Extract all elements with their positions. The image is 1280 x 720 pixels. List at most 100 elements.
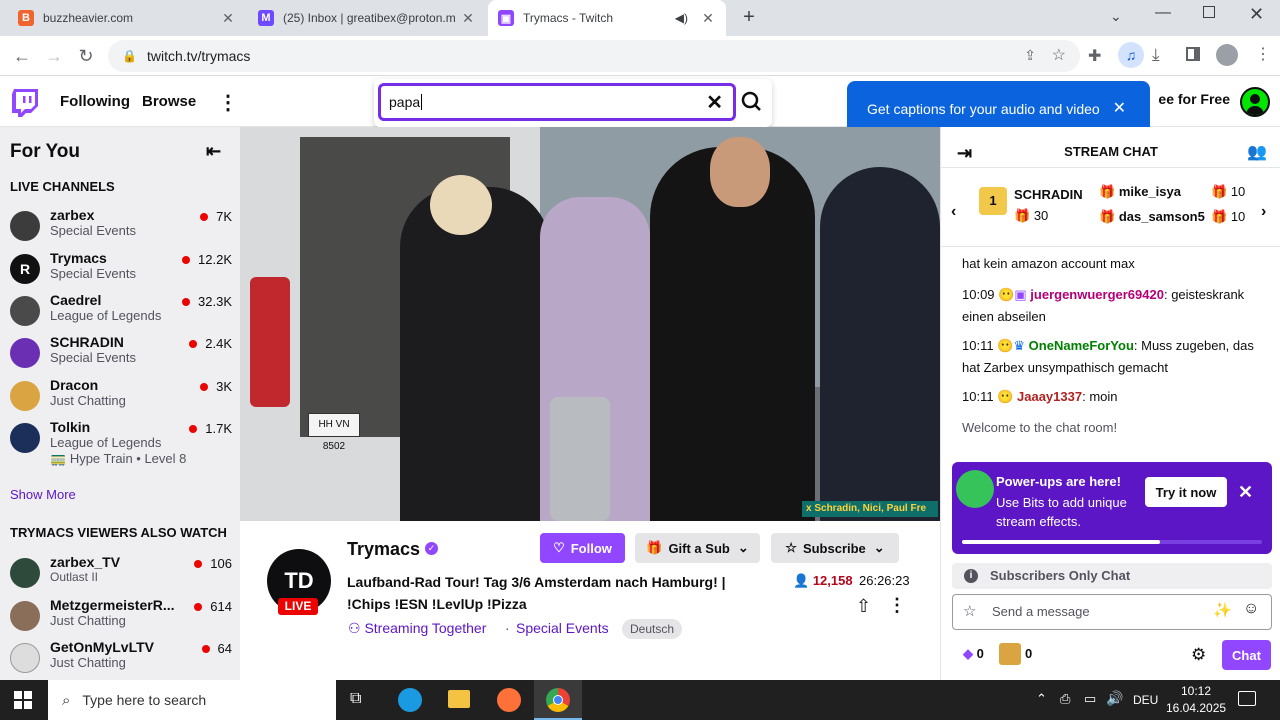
video-player[interactable]: HH VN 8502 x Schradin, Nici, Paul Fre <box>240 127 940 521</box>
side-panel-icon[interactable] <box>1186 47 1200 61</box>
download-icon[interactable]: ⤓ <box>1152 45 1160 65</box>
live-channel-item[interactable]: zarbex Special Events 7K <box>10 207 232 249</box>
close-tab-icon[interactable]: ✕ <box>220 10 236 27</box>
clock-date[interactable]: 16.04.2025 <box>1166 701 1226 715</box>
search-input[interactable]: papa ✕ <box>378 83 736 121</box>
more-options-icon[interactable]: ⋮ <box>888 595 906 616</box>
subscribe-button[interactable]: ☆ Subscribe ⌄ <box>771 533 899 563</box>
separator-dot: · <box>505 620 510 636</box>
close-tab-icon[interactable]: ✕ <box>460 10 476 27</box>
try-turbo-free-button[interactable]: ee for Free <box>1138 91 1230 113</box>
channel-name[interactable]: Trymacs <box>347 539 420 560</box>
live-channel-item[interactable]: Caedrel League of Legends 32.3K <box>10 292 232 334</box>
live-channel-item[interactable]: R Trymacs Special Events 12.2K <box>10 250 232 292</box>
chat-welcome-message: Welcome to the chat room! <box>962 420 1118 435</box>
twitch-logo-icon[interactable] <box>12 89 38 117</box>
blogger-favicon-icon: B <box>18 10 34 26</box>
follow-button[interactable]: ♡ Follow <box>540 533 625 563</box>
back-arrow-icon[interactable]: ← <box>10 44 34 68</box>
volume-icon[interactable]: 🔊 <box>1106 690 1123 707</box>
gift-sub-button[interactable]: 🎁 Gift a Sub ⌄ <box>635 533 760 563</box>
bits-balance[interactable]: ◆ 0 <box>963 646 984 662</box>
chat-username[interactable]: Jaaay1337 <box>1017 389 1082 404</box>
restore-window-icon[interactable] <box>1203 6 1215 18</box>
taskbar-search-box[interactable]: ⌕ Type here to search <box>48 680 336 720</box>
bits-gem-icon: ◆ <box>963 646 973 661</box>
chat-header: STREAM CHAT <box>1064 144 1158 159</box>
person-silhouette <box>820 167 940 521</box>
star-icon[interactable]: ☆ <box>963 602 976 620</box>
chat-send-button[interactable]: Chat <box>1222 640 1271 670</box>
nav-following-link[interactable]: Following <box>60 77 130 127</box>
browser-tab-twitch[interactable]: ▣ Trymacs - Twitch ◀) ✕ <box>488 0 726 36</box>
live-channel-item[interactable]: Tolkin League of Legends 🚃 Hype Train • L… <box>10 419 232 471</box>
recommended-channel-item[interactable]: MetzgermeisterR... Just Chatting 614 <box>10 597 232 639</box>
task-view-icon[interactable]: ⧉ <box>350 690 361 708</box>
bookmark-star-icon[interactable]: ☆ <box>1052 45 1066 65</box>
new-tab-icon[interactable]: + <box>738 6 760 28</box>
recommended-channel-item[interactable]: GetOnMyLvLTV Just Chatting 64 <box>10 639 232 681</box>
community-icon[interactable]: 👥 <box>1247 142 1267 162</box>
chat-settings-gear-icon[interactable]: ⚙ <box>1191 645 1206 665</box>
stream-title-line2: !Chips !ESN !LevlUp !Pizza <box>347 596 527 612</box>
forward-arrow-icon[interactable]: → <box>42 44 66 68</box>
channel-points-icon[interactable] <box>999 643 1021 665</box>
close-tab-icon[interactable]: ✕ <box>700 10 716 27</box>
more-options-icon[interactable]: ⋮ <box>218 90 238 115</box>
share-icon[interactable]: ⇪ <box>1024 47 1036 64</box>
clear-search-icon[interactable]: ✕ <box>706 90 723 115</box>
browser-tab-proton[interactable]: M (25) Inbox | greatibex@proton.m ✕ <box>248 0 486 36</box>
firefox-icon[interactable] <box>497 688 521 712</box>
clock-time[interactable]: 10:12 <box>1168 684 1224 698</box>
search-submit-button[interactable] <box>738 85 766 117</box>
left-sidebar: For You ⇤ LIVE CHANNELS zarbex Special Ev… <box>0 127 240 680</box>
live-channels-title: LIVE CHANNELS <box>10 179 115 194</box>
leaderboard-prev-icon[interactable]: ‹ <box>951 203 956 221</box>
chat-username[interactable]: OneNameForYou <box>1029 338 1134 353</box>
user-badge-icon: 😶 <box>997 389 1014 404</box>
notifications-icon[interactable] <box>1238 691 1256 706</box>
chrome-taskbar-button[interactable] <box>534 680 582 720</box>
minimize-window-icon[interactable]: — <box>1155 4 1171 22</box>
twitch-favicon-icon: ▣ <box>498 10 514 26</box>
close-window-icon[interactable]: ✕ <box>1249 4 1264 25</box>
channel-avatar <box>10 558 40 588</box>
leaderboard-next-icon[interactable]: › <box>1261 203 1266 221</box>
try-it-now-button[interactable]: Try it now <box>1145 477 1227 507</box>
share-icon[interactable]: ⇧ <box>856 596 871 617</box>
collapse-sidebar-icon[interactable]: ⇤ <box>206 141 221 162</box>
reload-icon[interactable]: ↻ <box>74 44 98 68</box>
chat-username[interactable]: juergenwuerger69420 <box>1030 287 1164 302</box>
sparkle-effects-icon[interactable]: ✨ <box>1213 601 1232 619</box>
close-tooltip-icon[interactable]: ✕ <box>1113 98 1126 118</box>
twitch-top-nav: Following Browse ⋮ papa ✕ ee for Free Ge… <box>0 77 1280 137</box>
profile-avatar-icon[interactable] <box>1216 44 1238 66</box>
close-banner-icon[interactable]: ✕ <box>1238 482 1253 503</box>
edge-browser-icon[interactable] <box>398 688 422 712</box>
url-bar[interactable]: 🔒 twitch.tv/trymacs ⇪ ☆ <box>108 40 1080 72</box>
network-icon[interactable]: ⎙ <box>1060 691 1070 707</box>
subscribers-only-notice: i Subscribers Only Chat <box>952 563 1272 589</box>
emote-smiley-icon[interactable]: ☺ <box>1243 600 1259 618</box>
nav-browse-link[interactable]: Browse <box>142 77 196 127</box>
category-link[interactable]: Special Events <box>516 620 609 636</box>
user-avatar-icon[interactable] <box>1240 87 1270 117</box>
tab-search-chevron-icon[interactable]: ⌄ <box>1110 8 1122 25</box>
display-icon[interactable]: ▭ <box>1084 691 1096 707</box>
recommended-channel-item[interactable]: zarbex_TV Outlast II 106 <box>10 554 232 596</box>
audio-playing-icon[interactable]: ◀) <box>675 11 688 25</box>
live-channel-item[interactable]: SCHRADIN Special Events 2.4K <box>10 334 232 376</box>
extensions-puzzle-icon[interactable]: ✚ <box>1088 46 1101 66</box>
media-control-icon[interactable]: ♫ <box>1118 42 1144 68</box>
windows-start-icon[interactable] <box>14 691 32 709</box>
input-language[interactable]: DEU <box>1133 693 1158 707</box>
browser-tab-buzzheavier[interactable]: B buzzheavier.com ✕ <box>8 0 246 36</box>
language-tag[interactable]: Deutsch <box>622 619 683 639</box>
streaming-together-link[interactable]: ⚇ Streaming Together <box>348 620 486 637</box>
live-channel-item[interactable]: Dracon Just Chatting 3K <box>10 377 232 419</box>
browser-menu-icon[interactable]: ⋮ <box>1255 44 1271 64</box>
show-hidden-icons-icon[interactable]: ⌃ <box>1036 691 1047 707</box>
show-more-link[interactable]: Show More <box>10 487 76 502</box>
chat-input[interactable]: ☆ Send a message ✨ ☺ <box>952 594 1272 630</box>
file-explorer-icon[interactable] <box>448 690 470 708</box>
